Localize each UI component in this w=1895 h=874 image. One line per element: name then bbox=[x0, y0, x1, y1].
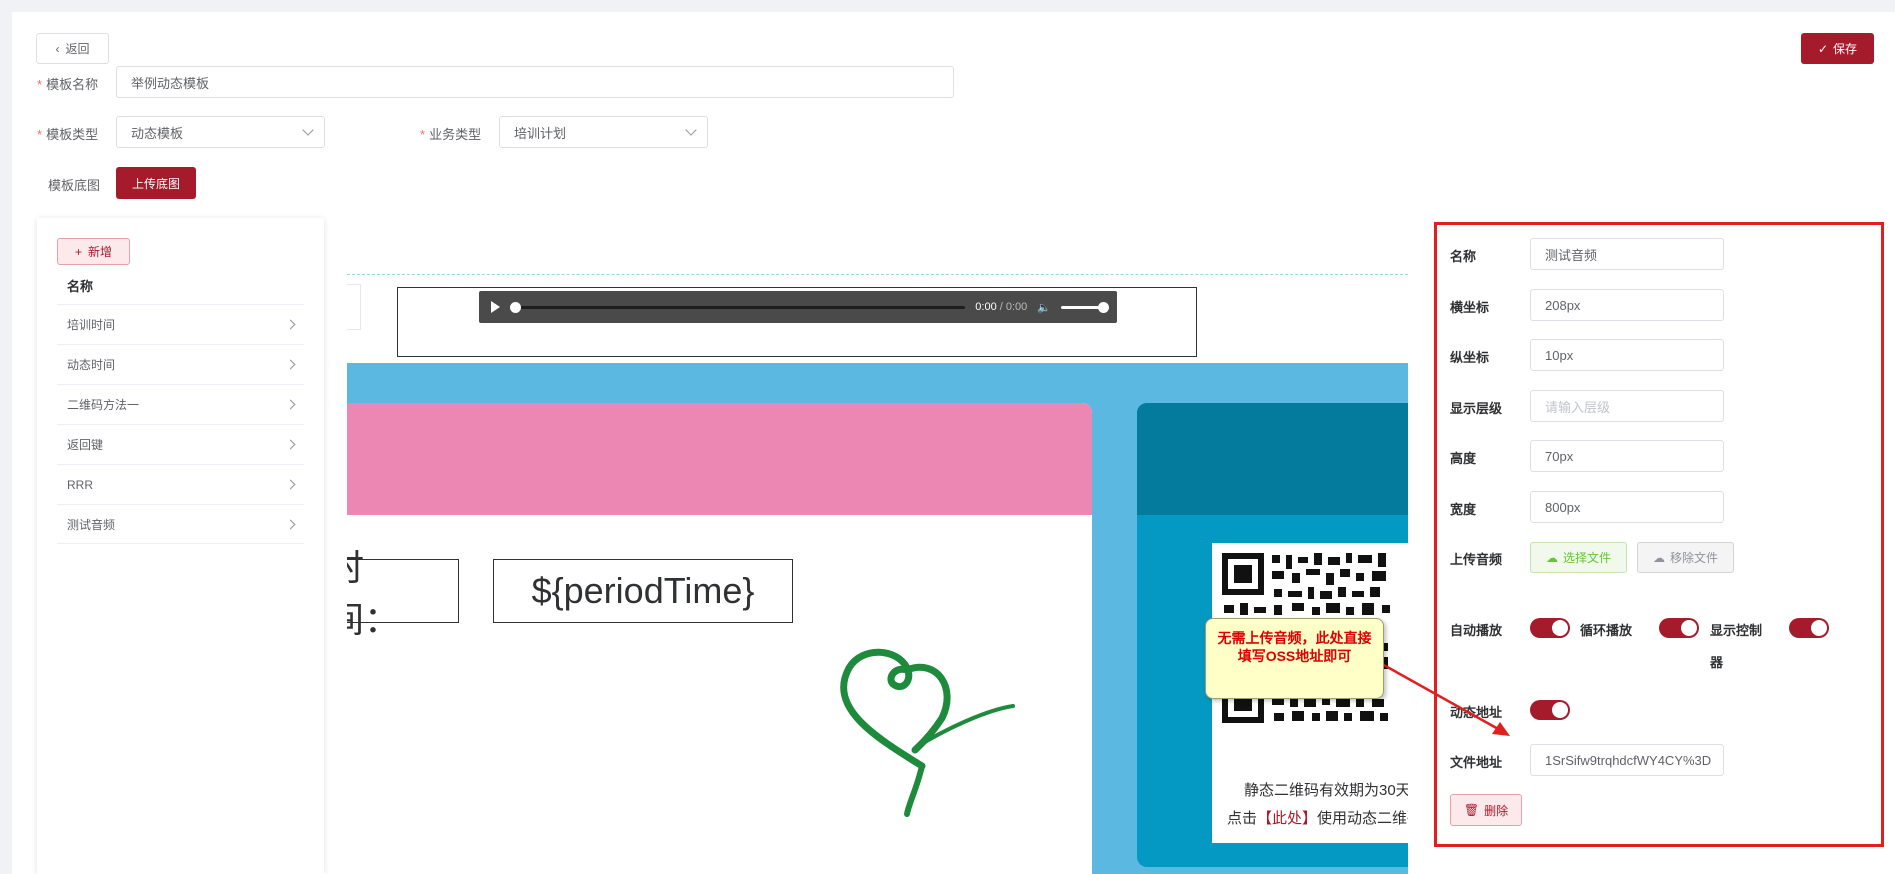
list-item[interactable]: 二维码方法一 bbox=[57, 384, 304, 424]
upload-audio-label: 上传音频 bbox=[1450, 552, 1503, 567]
autoplay-switch[interactable] bbox=[1530, 618, 1570, 638]
width-input[interactable]: 800px bbox=[1530, 491, 1724, 523]
plus-icon: + bbox=[74, 244, 82, 259]
height-label: 高度 bbox=[1450, 451, 1477, 466]
show-controls-switch[interactable] bbox=[1789, 618, 1829, 638]
cloud-upload-icon: ☁ bbox=[1652, 550, 1665, 565]
save-label: 保存 bbox=[1833, 42, 1858, 56]
template-type-value: 动态模板 bbox=[131, 125, 184, 141]
audio-progress[interactable] bbox=[510, 301, 966, 313]
list-item[interactable]: 动态时间 bbox=[57, 344, 304, 384]
template-canvas[interactable]: 0:00 / 0:00 🔈 时间： ${periodTime} bbox=[347, 218, 1408, 874]
chevron-left-icon: ‹ bbox=[55, 41, 60, 56]
list-item[interactable]: 返回键 bbox=[57, 424, 304, 464]
element-outline bbox=[347, 284, 361, 330]
width-label: 宽度 bbox=[1450, 502, 1477, 517]
template-type-select[interactable]: 动态模板 bbox=[116, 116, 325, 148]
loop-label: 循环播放 bbox=[1580, 623, 1633, 638]
upload-bg-button[interactable]: 上传底图 bbox=[116, 167, 196, 199]
back-button[interactable]: ‹ 返回 bbox=[36, 33, 109, 64]
qr-card-header bbox=[1137, 403, 1408, 515]
business-type-value: 培训计划 bbox=[514, 125, 567, 141]
chevron-right-icon bbox=[285, 479, 296, 490]
cloud-upload-icon: ☁ bbox=[1545, 550, 1558, 565]
guide-line bbox=[347, 274, 1408, 275]
list-item[interactable]: 测试音频 bbox=[57, 504, 304, 544]
annotation-callout: 无需上传音频，此处直接填写OSS地址即可 bbox=[1205, 618, 1384, 699]
template-name-input[interactable]: 举例动态模板 bbox=[116, 66, 954, 98]
chevron-right-icon bbox=[285, 399, 296, 410]
delete-button[interactable]: 🗑 删除 bbox=[1450, 794, 1522, 826]
show-controls-label-2: 器 bbox=[1710, 655, 1724, 670]
list-header: 名称 bbox=[67, 279, 94, 294]
audio-player[interactable]: 0:00 / 0:00 🔈 bbox=[479, 291, 1117, 323]
list-item[interactable]: RRR bbox=[57, 464, 304, 504]
business-type-label: * 业务类型 bbox=[420, 127, 482, 142]
save-button[interactable]: ✓ 保存 bbox=[1801, 33, 1874, 64]
annotation-arrow-icon bbox=[1381, 662, 1510, 736]
template-name-label: * 模板名称 bbox=[37, 77, 99, 92]
template-type-label: * 模板类型 bbox=[37, 127, 99, 142]
file-address-label: 文件地址 bbox=[1450, 755, 1503, 770]
pink-card: 时间： ${periodTime} bbox=[347, 403, 1092, 874]
volume-slider[interactable] bbox=[1061, 301, 1109, 313]
audio-element[interactable]: 0:00 / 0:00 🔈 bbox=[397, 287, 1197, 357]
check-icon: ✓ bbox=[1817, 41, 1829, 56]
x-coordinate-label: 横坐标 bbox=[1450, 300, 1490, 315]
qr-validity-text: 静态二维码有效期为30天 bbox=[1244, 782, 1408, 799]
zindex-label: 显示层级 bbox=[1450, 401, 1503, 416]
name-input[interactable]: 测试音频 bbox=[1530, 238, 1724, 270]
x-coordinate-input[interactable]: 208px bbox=[1530, 289, 1724, 321]
zindex-input[interactable]: 请输入层级 bbox=[1530, 390, 1724, 422]
back-label: 返回 bbox=[65, 42, 90, 56]
element-list: 培训时间 动态时间 二维码方法一 返回键 RRR 测试音频 bbox=[57, 304, 304, 544]
qr-link-text: 点击【此处】使用动态二维码 bbox=[1227, 810, 1408, 827]
file-address-input[interactable]: 1SrSifw9trqhdcfWY4CY%3D bbox=[1530, 744, 1724, 776]
chevron-right-icon bbox=[285, 319, 296, 330]
remove-file-button[interactable]: ☁ 移除文件 bbox=[1637, 542, 1734, 573]
chevron-right-icon bbox=[285, 359, 296, 370]
y-coordinate-input[interactable]: 10px bbox=[1530, 339, 1724, 371]
period-time-element[interactable]: ${periodTime} bbox=[493, 559, 793, 623]
here-link[interactable]: 【此处】 bbox=[1257, 810, 1317, 827]
name-label: 名称 bbox=[1450, 249, 1477, 264]
add-element-button[interactable]: + 新增 bbox=[57, 238, 130, 265]
template-name-value: 举例动态模板 bbox=[131, 75, 210, 91]
loop-switch[interactable] bbox=[1659, 618, 1699, 638]
list-item[interactable]: 培训时间 bbox=[57, 304, 304, 344]
business-type-select[interactable]: 培训计划 bbox=[499, 116, 708, 148]
height-input[interactable]: 70px bbox=[1530, 440, 1724, 472]
show-controls-label: 显示控制 bbox=[1710, 623, 1763, 638]
trash-icon: 🗑 bbox=[1463, 803, 1480, 817]
volume-icon[interactable]: 🔈 bbox=[1037, 301, 1051, 314]
chevron-right-icon bbox=[285, 439, 296, 450]
pink-card-header bbox=[347, 403, 1092, 515]
y-coordinate-label: 纵坐标 bbox=[1450, 350, 1490, 365]
heart-logo-icon bbox=[840, 648, 1015, 817]
play-icon[interactable] bbox=[491, 301, 500, 313]
dynamic-address-switch[interactable] bbox=[1530, 700, 1570, 720]
chevron-right-icon bbox=[285, 519, 296, 529]
add-label: 新增 bbox=[88, 245, 113, 259]
chevron-down-icon bbox=[685, 124, 697, 136]
chevron-down-icon bbox=[302, 124, 314, 136]
element-list-panel: + 新增 名称 培训时间 动态时间 二维码方法一 返回键 RRR 测试音频 bbox=[37, 218, 324, 874]
choose-file-button[interactable]: ☁ 选择文件 bbox=[1530, 542, 1627, 573]
autoplay-label: 自动播放 bbox=[1450, 623, 1503, 638]
template-bg-label: 模板底图 bbox=[48, 178, 101, 193]
audio-time: 0:00 / 0:00 bbox=[975, 301, 1028, 313]
period-label-element[interactable]: 时间： bbox=[347, 547, 459, 640]
